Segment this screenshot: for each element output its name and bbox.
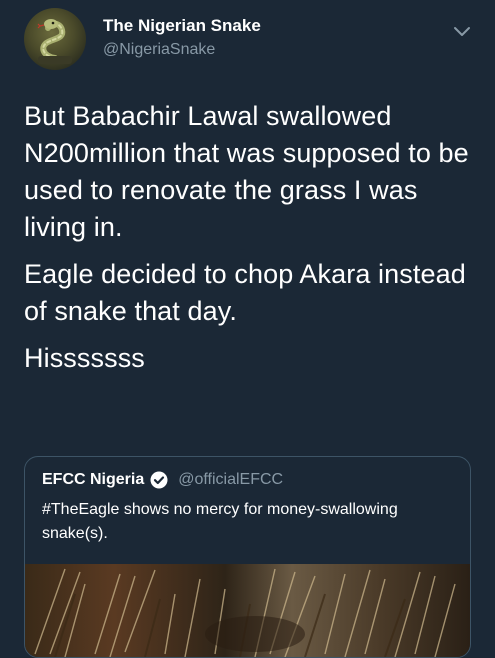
quoted-tweet-text: #TheEagle shows no mercy for money-swall… [42, 501, 398, 542]
quoted-display-name: EFCC Nigeria [42, 471, 145, 488]
tweet-paragraph: Hisssssss [24, 343, 145, 373]
verified-badge-icon [150, 471, 168, 489]
display-name[interactable]: The Nigerian Snake [103, 16, 261, 36]
quoted-tweet-header: EFCC Nigeria @officialEFCC [42, 471, 283, 489]
quoted-tweet-image[interactable] [25, 564, 470, 657]
tweet-paragraph: Eagle decided to chop Akara instead of s… [24, 259, 466, 326]
tweet-header: The Nigerian Snake @NigeriaSnake [0, 0, 495, 84]
avatar[interactable] [24, 8, 86, 70]
user-handle[interactable]: @NigeriaSnake [103, 41, 215, 59]
quoted-tweet-card[interactable]: EFCC Nigeria @officialEFCC #TheEagle sho… [24, 456, 471, 658]
quoted-user-handle: @officialEFCC [178, 471, 284, 488]
tweet-paragraph: But Babachir Lawal swallowed N200million… [24, 101, 469, 242]
tweet-text: But Babachir Lawal swallowed N200million… [24, 98, 479, 387]
snake-avatar-image [37, 19, 72, 64]
chevron-down-icon[interactable] [452, 24, 472, 38]
